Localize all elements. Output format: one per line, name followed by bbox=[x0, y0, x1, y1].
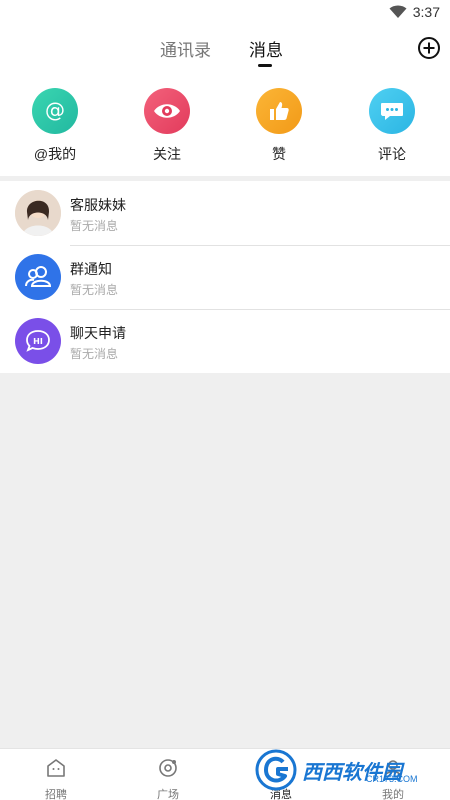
tab-messages[interactable]: 消息 bbox=[249, 36, 283, 61]
group-icon bbox=[15, 254, 61, 300]
quick-actions: @ @我的 关注 赞 评论 bbox=[0, 78, 450, 176]
quick-action-label: 评论 bbox=[378, 146, 406, 162]
quick-action-likes[interactable]: 赞 bbox=[234, 88, 324, 164]
list-item[interactable]: 群通知 暂无消息 bbox=[0, 245, 450, 309]
eye-icon bbox=[144, 88, 190, 134]
active-tab-indicator bbox=[258, 64, 272, 67]
nav-label: 招聘 bbox=[45, 789, 67, 800]
nav-item-plaza[interactable]: 广场 bbox=[138, 757, 198, 800]
chat-bubble-icon bbox=[369, 88, 415, 134]
hi-bubble-icon: HI bbox=[15, 318, 61, 364]
logo-icon bbox=[255, 749, 297, 791]
avatar bbox=[15, 190, 61, 236]
nav-item-jobs[interactable]: 招聘 bbox=[26, 757, 86, 800]
watermark-sub: CR173.COM bbox=[366, 774, 418, 784]
message-list: 客服妹妹 暂无消息 群通知 暂无消息 HI 聊天申请 暂无消息 bbox=[0, 181, 450, 373]
quick-action-label: 赞 bbox=[272, 146, 286, 162]
message-title: 客服妹妹 bbox=[70, 197, 126, 213]
message-title: 聊天申请 bbox=[70, 325, 126, 341]
message-subtitle: 暂无消息 bbox=[70, 283, 119, 297]
message-subtitle: 暂无消息 bbox=[70, 347, 119, 361]
quick-action-comments[interactable]: 评论 bbox=[347, 88, 437, 164]
nav-label: 广场 bbox=[157, 789, 179, 800]
wifi-icon bbox=[389, 5, 407, 18]
tab-contacts[interactable]: 通讯录 bbox=[160, 36, 211, 61]
message-title: 群通知 bbox=[70, 261, 112, 277]
quick-action-follow[interactable]: 关注 bbox=[122, 88, 212, 164]
quick-action-label: 关注 bbox=[153, 146, 181, 162]
message-subtitle: 暂无消息 bbox=[70, 219, 119, 233]
thumbs-up-icon bbox=[256, 88, 302, 134]
circle-plus-icon[interactable] bbox=[417, 36, 441, 60]
status-bar: 3:37 bbox=[0, 0, 450, 24]
status-time: 3:37 bbox=[412, 4, 440, 20]
quick-action-label: @我的 bbox=[33, 146, 77, 162]
svg-text:HI: HI bbox=[33, 337, 43, 346]
svg-text:@: @ bbox=[45, 99, 65, 122]
watermark: 西西软件园 CR173.COM bbox=[254, 748, 430, 792]
header: 通讯录 消息 bbox=[0, 24, 450, 78]
at-icon: @ bbox=[32, 88, 78, 134]
home-icon bbox=[47, 759, 65, 777]
list-item[interactable]: 客服妹妹 暂无消息 bbox=[0, 181, 450, 245]
orbit-icon bbox=[159, 759, 177, 777]
quick-action-mentions[interactable]: @ @我的 bbox=[10, 88, 100, 164]
list-item[interactable]: HI 聊天申请 暂无消息 bbox=[0, 309, 450, 373]
